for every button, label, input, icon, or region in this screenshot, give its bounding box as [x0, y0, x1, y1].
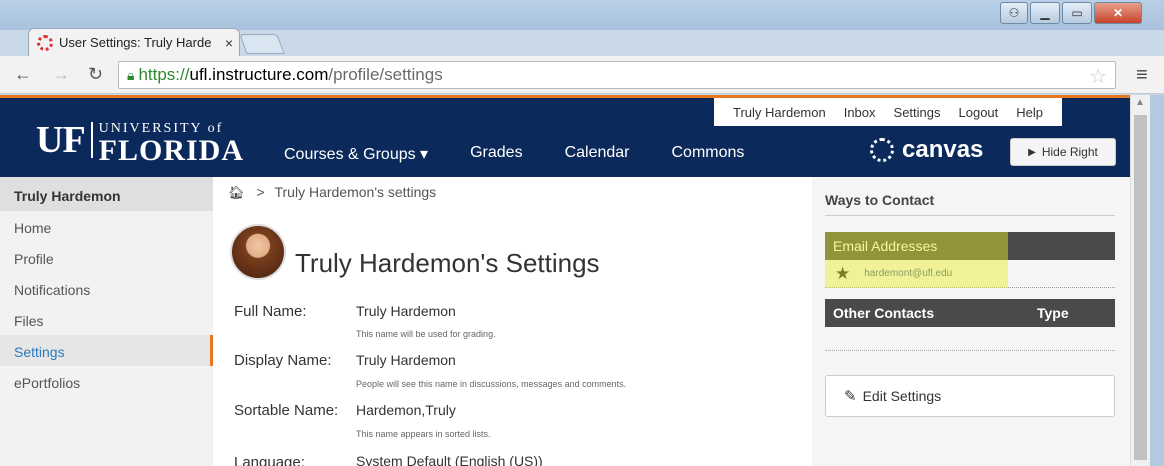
main-nav: Courses & Groups ▾ Grades Calendar Commo…	[284, 144, 786, 164]
field-label-language: Language:	[234, 454, 305, 466]
url-scheme: https://	[138, 65, 190, 84]
minimize-icon[interactable]: ▁	[1030, 2, 1060, 24]
sidebar-item-files[interactable]: Files	[0, 304, 213, 335]
nav-courses-groups[interactable]: Courses & Groups ▾	[284, 144, 428, 164]
hide-right-label: Hide Right	[1041, 145, 1098, 159]
canvas-page: UF UNIVERSITY of FLORIDA Truly Hardemon …	[0, 95, 1130, 466]
scroll-thumb[interactable]	[1134, 115, 1147, 460]
url-path: /profile/settings	[328, 65, 443, 84]
tab-close-icon[interactable]: ×	[219, 35, 239, 51]
close-window-icon[interactable]: ✕	[1094, 2, 1142, 24]
canvas-logo[interactable]: canvas	[870, 136, 983, 164]
other-contacts-header: Other Contacts Type	[825, 299, 1115, 327]
canvas-favicon-icon	[37, 34, 53, 51]
field-value-display-name: Truly Hardemon	[356, 352, 456, 368]
browser-menu-icon[interactable]: ≡	[1136, 64, 1148, 87]
lock-icon: 🔒︎	[127, 66, 135, 83]
field-label-full-name: Full Name:	[234, 303, 307, 320]
field-value-language: System Default (English (US))	[356, 453, 543, 466]
play-triangle-icon: ▶	[1028, 146, 1036, 158]
edit-settings-button[interactable]: ✎ Edit Settings	[825, 375, 1115, 417]
sidebar-item-eportfolios[interactable]: ePortfolios	[0, 366, 213, 397]
avatar[interactable]	[230, 224, 286, 280]
type-label: Type	[1037, 305, 1069, 321]
highlight-overlay	[825, 232, 1008, 288]
left-sidebar: Truly Hardemon Home Profile Notification…	[0, 177, 213, 466]
user-link-help[interactable]: Help	[1016, 105, 1043, 120]
canvas-logo-icon	[870, 138, 894, 162]
sidebar-item-profile[interactable]: Profile	[0, 242, 213, 273]
sidebar-title: Truly Hardemon	[0, 177, 213, 211]
url-host: ufl.instructure.com	[189, 65, 329, 84]
user-link-settings[interactable]: Settings	[894, 105, 941, 120]
field-note-sortable-name: This name appears in sorted lists.	[356, 429, 491, 439]
window-titlebar	[0, 0, 1164, 30]
breadcrumb-current[interactable]: Truly Hardemon's settings	[274, 184, 436, 200]
nav-grades[interactable]: Grades	[470, 144, 522, 164]
user-link-inbox[interactable]: Inbox	[844, 105, 876, 120]
pencil-icon: ✎	[844, 388, 857, 405]
ways-to-contact-title: Ways to Contact	[825, 192, 935, 208]
forward-arrow-icon[interactable]: →	[52, 64, 70, 85]
scroll-up-icon[interactable]: ▲	[1135, 97, 1145, 108]
page-title: Truly Hardemon's Settings	[295, 248, 600, 278]
field-value-full-name: Truly Hardemon	[356, 303, 456, 319]
nav-commons[interactable]: Commons	[672, 144, 745, 164]
browser-toolbar: ← → ↻ 🔒︎ https:// ufl.instructure.com /p…	[0, 56, 1164, 94]
sidebar-item-settings[interactable]: Settings	[0, 335, 213, 366]
field-value-sortable-name: Hardemon,Truly	[356, 402, 456, 418]
logo-uf-text: UF	[36, 119, 86, 161]
breadcrumb: 🏠︎ > Truly Hardemon's settings	[228, 184, 436, 201]
user-link-logout[interactable]: Logout	[959, 105, 999, 120]
field-label-sortable-name: Sortable Name:	[234, 402, 339, 419]
field-note-display-name: People will see this name in discussions…	[356, 379, 627, 389]
tab-title: User Settings: Truly Harde	[59, 35, 212, 50]
browser-tab[interactable]: User Settings: Truly Harde ×	[28, 28, 240, 56]
sidebar-item-home[interactable]: Home	[0, 211, 213, 242]
uf-logo[interactable]: UF UNIVERSITY of FLORIDA	[36, 119, 244, 167]
site-header: UF UNIVERSITY of FLORIDA Truly Hardemon …	[0, 95, 1130, 177]
new-tab-button[interactable]	[239, 34, 285, 54]
user-profile-icon[interactable]: ⚇	[1000, 2, 1028, 24]
canvas-logo-text: canvas	[902, 136, 984, 163]
breadcrumb-separator: >	[256, 184, 265, 200]
address-bar[interactable]: 🔒︎ https:// ufl.instructure.com /profile…	[118, 61, 1116, 89]
field-label-display-name: Display Name:	[234, 352, 332, 369]
page-scrollbar[interactable]: ▲	[1130, 95, 1150, 466]
back-arrow-icon[interactable]: ←	[14, 64, 32, 85]
user-nav: Truly Hardemon Inbox Settings Logout Hel…	[714, 98, 1063, 126]
hide-right-button[interactable]: ▶ Hide Right	[1010, 138, 1116, 166]
maximize-icon[interactable]: ▭	[1062, 2, 1092, 24]
edit-settings-label: Edit Settings	[862, 388, 942, 404]
field-note-full-name: This name will be used for grading.	[356, 329, 496, 339]
logo-florida-text: FLORIDA	[98, 134, 244, 167]
window-controls: ⚇ ▁ ▭ ✕	[1000, 2, 1142, 24]
right-sidebar: Ways to Contact Email Addresses ★ hardem…	[812, 177, 1130, 466]
home-icon[interactable]: 🏠︎	[228, 185, 245, 200]
sidebar-item-notifications[interactable]: Notifications	[0, 273, 213, 304]
bookmark-star-icon[interactable]: ☆	[1089, 64, 1107, 89]
reload-icon[interactable]: ↻	[88, 64, 103, 85]
nav-calendar[interactable]: Calendar	[565, 144, 630, 164]
user-link-name[interactable]: Truly Hardemon	[733, 105, 826, 120]
other-contacts-label: Other Contacts	[833, 305, 935, 321]
